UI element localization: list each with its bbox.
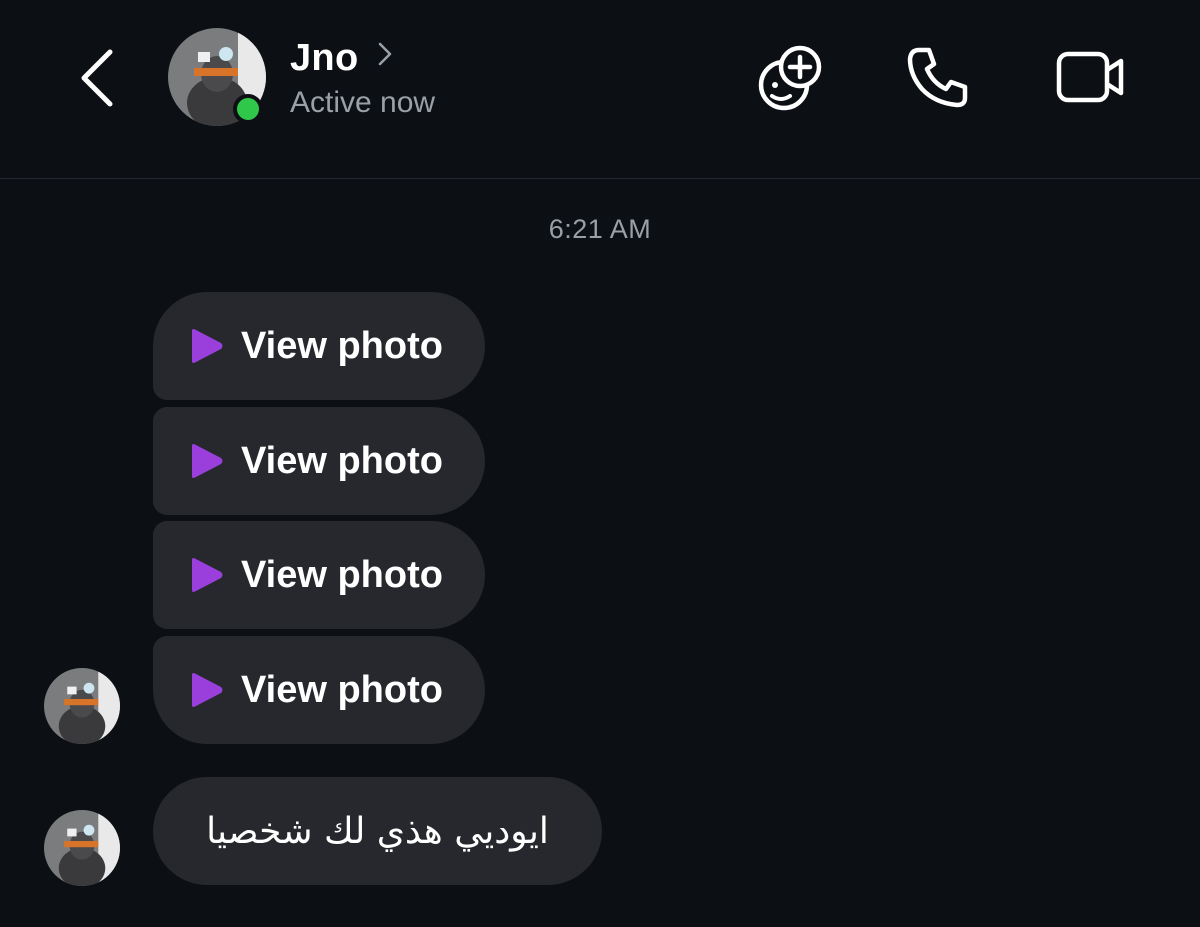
view-photo-message[interactable]: View photo (153, 521, 485, 629)
play-icon (192, 558, 223, 592)
view-photo-label: View photo (241, 668, 443, 711)
contact-name: Jno (290, 36, 359, 79)
view-photo-label: View photo (241, 439, 443, 482)
play-icon (192, 329, 223, 363)
video-camera-icon (1056, 51, 1124, 103)
text-message: ايوديي هذي لك شخصيا (206, 810, 549, 852)
online-status-dot (233, 94, 263, 124)
text-message-bubble[interactable]: ايوديي هذي لك شخصيا (153, 777, 602, 885)
chevron-left-icon (81, 49, 113, 107)
chat-header: Jno Active now (0, 0, 1200, 179)
active-status: Active now (290, 86, 436, 119)
back-button[interactable] (70, 44, 130, 110)
face-plus-icon (758, 45, 822, 111)
play-icon (192, 673, 223, 707)
effects-button[interactable] (755, 42, 827, 114)
view-photo-label: View photo (241, 324, 443, 367)
sender-avatar[interactable] (44, 810, 120, 886)
view-photo-message[interactable]: View photo (153, 636, 485, 744)
play-icon (192, 444, 223, 478)
phone-icon (907, 47, 968, 108)
view-photo-label: View photo (241, 553, 443, 596)
chevron-right-icon (379, 42, 392, 66)
sender-avatar[interactable] (44, 668, 120, 744)
message-timestamp: 6:21 AM (548, 214, 652, 244)
audio-call-button[interactable] (902, 42, 974, 114)
contact-name-link[interactable]: Jno (290, 36, 394, 80)
view-photo-message[interactable]: View photo (153, 407, 485, 515)
view-photo-message[interactable]: View photo (153, 292, 485, 400)
video-call-button[interactable] (1055, 42, 1127, 114)
